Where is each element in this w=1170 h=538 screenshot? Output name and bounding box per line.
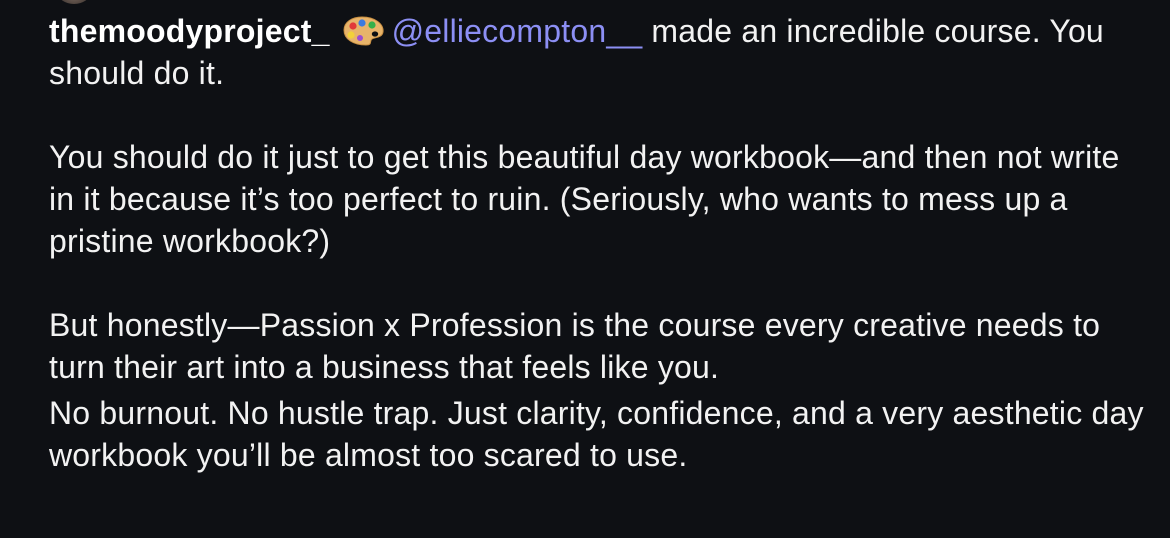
post-caption: themoodyproject_ @elliecompton__ made an…: [49, 10, 1149, 476]
caption-paragraph-4: No burnout. No hustle trap. Just clarity…: [49, 395, 1144, 473]
artist-palette-icon: [340, 14, 386, 46]
caption-paragraph-3: But honestly—Passion x Profession is the…: [49, 307, 1101, 385]
mention-link[interactable]: @elliecompton__: [392, 13, 643, 49]
username-link[interactable]: themoodyproject_: [49, 13, 330, 49]
caption-paragraph-2: You should do it just to get this beauti…: [49, 139, 1120, 259]
caption-first-paragraph: themoodyproject_ @elliecompton__ made an…: [49, 10, 1149, 94]
avatar[interactable]: [58, 0, 90, 4]
